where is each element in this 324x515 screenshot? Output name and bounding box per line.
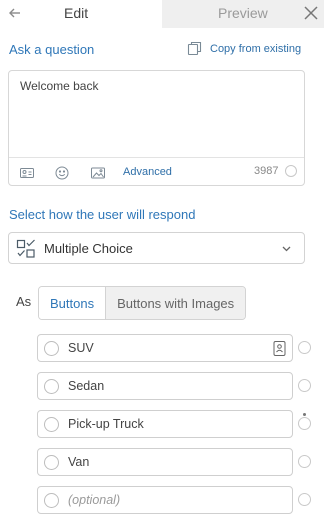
- radio-icon: [44, 417, 59, 432]
- choice-option-text: Pick-up Truck: [68, 417, 144, 431]
- buttons-with-images-option[interactable]: Buttons with Images: [106, 287, 246, 319]
- radio-icon: [44, 455, 59, 470]
- radio-icon: [44, 493, 59, 508]
- choice-option[interactable]: Van: [37, 448, 293, 476]
- ask-question-label: Ask a question: [9, 42, 95, 57]
- tab-edit[interactable]: Edit: [0, 0, 162, 28]
- option-status-icon: [298, 341, 311, 354]
- option-status-icon: [298, 455, 311, 468]
- scrollbar[interactable]: [318, 28, 324, 515]
- emoji-icon[interactable]: [55, 166, 69, 180]
- arrow-left-icon[interactable]: [6, 4, 24, 22]
- choice-option-new[interactable]: (optional): [37, 486, 293, 514]
- choice-option[interactable]: Sedan: [37, 372, 293, 400]
- character-count: 3987: [254, 165, 279, 177]
- contact-badge-icon[interactable]: [273, 341, 286, 356]
- copy-icon: [187, 41, 202, 56]
- choice-option[interactable]: SUV: [37, 334, 293, 362]
- choice-option[interactable]: Pick-up Truck: [37, 410, 293, 438]
- tab-preview-label: Preview: [218, 5, 268, 21]
- advanced-link[interactable]: Advanced: [123, 166, 172, 178]
- copy-from-existing-label: Copy from existing: [210, 42, 302, 55]
- option-indicator-dot: [303, 413, 306, 416]
- question-text[interactable]: Welcome back: [20, 79, 98, 93]
- choice-option-text: Van: [68, 455, 90, 469]
- tab-bar: Edit Preview: [0, 0, 324, 28]
- chevron-down-icon: [282, 246, 291, 252]
- choice-option-placeholder: (optional): [68, 493, 121, 507]
- choice-option-text: SUV: [68, 341, 94, 355]
- close-icon[interactable]: [303, 5, 319, 21]
- display-style-toggle: Buttons Buttons with Images: [38, 286, 247, 320]
- tab-edit-label: Edit: [64, 5, 89, 21]
- multiple-choice-icon: [16, 239, 35, 258]
- radio-icon: [44, 379, 59, 394]
- option-status-icon: [298, 379, 311, 392]
- contact-card-icon[interactable]: [20, 166, 34, 180]
- tab-preview[interactable]: Preview: [162, 0, 324, 28]
- editor-toolbar-divider: [9, 157, 304, 158]
- image-icon[interactable]: [91, 166, 105, 180]
- buttons-option[interactable]: Buttons: [39, 287, 107, 319]
- copy-from-existing-link[interactable]: Copy from existing: [187, 41, 301, 56]
- choice-option-text: Sedan: [68, 379, 105, 393]
- response-type-label: Select how the user will respond: [9, 207, 196, 222]
- character-count-ring-icon: [285, 165, 297, 177]
- display-as-label: As: [16, 294, 32, 309]
- response-type-select[interactable]: Multiple Choice: [8, 232, 305, 264]
- radio-icon: [44, 341, 59, 356]
- option-status-icon: [298, 417, 311, 430]
- question-editor[interactable]: Welcome back Advanced 3987: [8, 70, 305, 186]
- response-type-value: Multiple Choice: [44, 241, 133, 256]
- option-status-icon: [298, 493, 311, 506]
